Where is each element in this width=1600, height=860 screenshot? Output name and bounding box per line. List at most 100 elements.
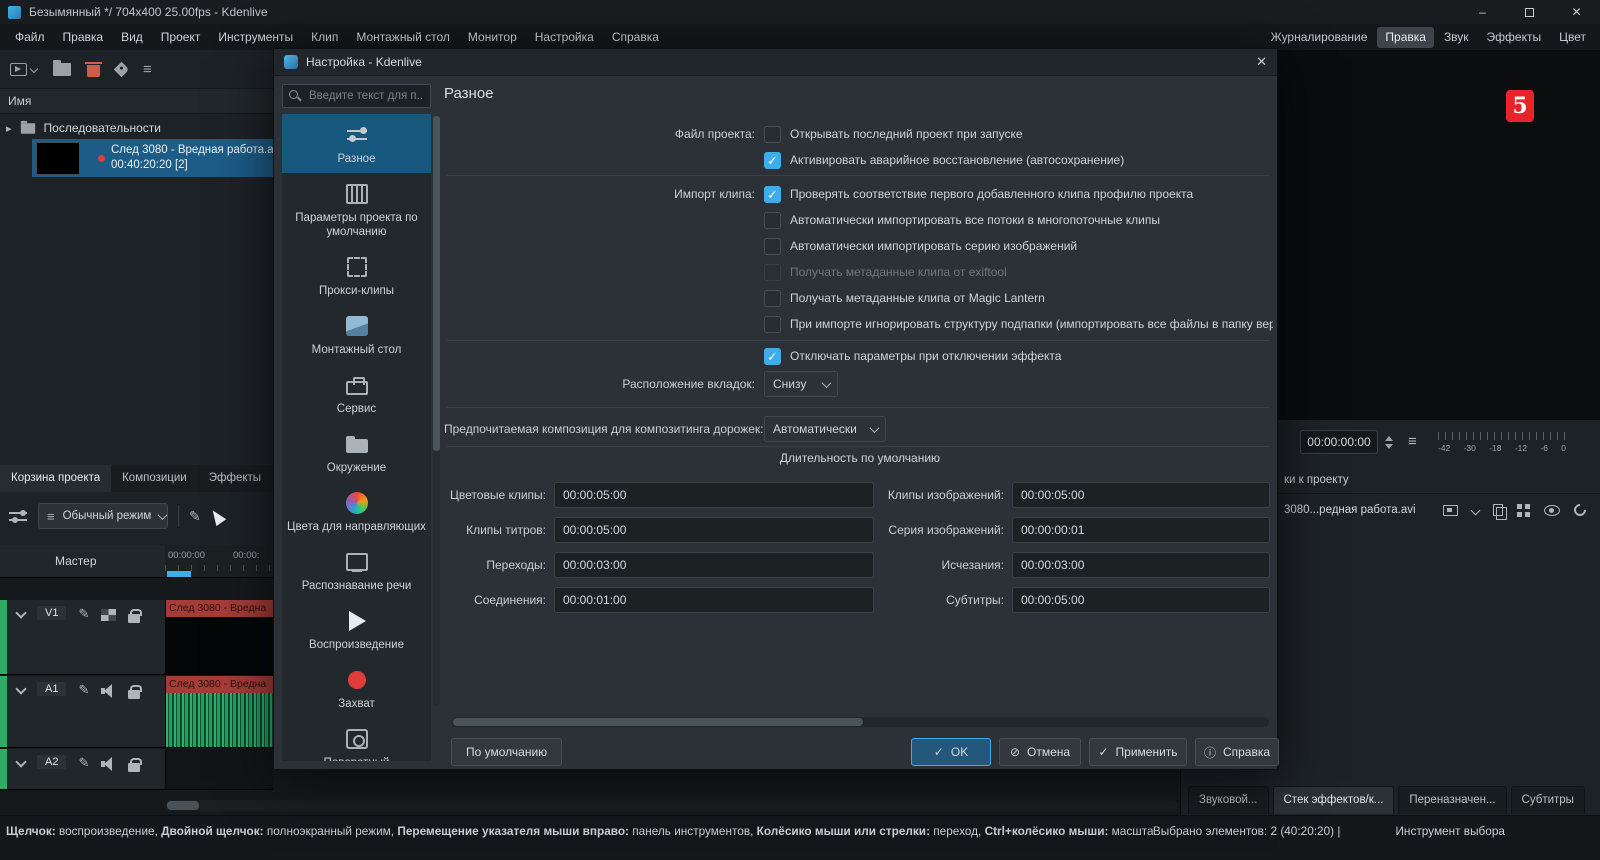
settings-category[interactable]: Окружение xyxy=(282,423,431,482)
menu-item[interactable]: Правка xyxy=(54,24,113,50)
panel-tab-partial[interactable]: ки к проекту xyxy=(1284,474,1349,486)
menu-item[interactable]: Справка xyxy=(603,24,668,50)
settings-option[interactable]: Автоматически импортировать все потоки в… xyxy=(764,207,1273,233)
menu-item[interactable]: Инструменты xyxy=(209,24,302,50)
checkbox[interactable] xyxy=(764,315,781,333)
selection-tool-icon[interactable] xyxy=(207,506,226,526)
menu-item[interactable]: Клип xyxy=(302,24,347,50)
grid-icon[interactable] xyxy=(1517,503,1522,509)
defaults-button[interactable]: По умолчанию xyxy=(451,738,563,766)
active-track-strip[interactable] xyxy=(0,600,7,674)
scrollbar-thumb[interactable] xyxy=(167,801,199,810)
monitor-menu-icon[interactable]: ≡ xyxy=(1408,433,1417,450)
bin-tab[interactable]: Эффекты xyxy=(198,465,272,492)
empty-track-area[interactable] xyxy=(166,749,273,789)
duration-input[interactable] xyxy=(1012,517,1270,543)
checkbox[interactable] xyxy=(764,125,781,143)
collapse-chevron-icon[interactable] xyxy=(15,607,27,619)
timeline-zone[interactable] xyxy=(167,571,191,577)
duration-input[interactable] xyxy=(554,587,874,613)
checkbox[interactable] xyxy=(764,237,781,255)
spin-up-icon[interactable] xyxy=(1385,435,1393,441)
chevron-down-icon[interactable] xyxy=(1470,505,1481,515)
duration-input[interactable] xyxy=(554,517,874,543)
menu-item[interactable]: Вид xyxy=(112,24,152,50)
create-folder-button[interactable] xyxy=(53,59,71,76)
sequences-folder-row[interactable]: ▸ Последовательности xyxy=(0,118,273,138)
timeline-hscrollbar[interactable] xyxy=(166,800,1178,811)
settings-category[interactable]: Сервис xyxy=(282,364,431,423)
maximize-icon[interactable] xyxy=(1506,0,1553,24)
tab-position-dropdown[interactable]: Снизу xyxy=(764,371,838,397)
scrollbar-thumb[interactable] xyxy=(453,718,863,726)
settings-category[interactable]: Прокси-клипы xyxy=(282,246,431,305)
layout-switch[interactable]: Звук xyxy=(1436,27,1477,48)
duration-input[interactable] xyxy=(1012,482,1270,508)
edit-tool-icon[interactable]: ✎ xyxy=(189,508,201,525)
duration-input[interactable] xyxy=(1012,587,1270,613)
thumbnails-icon[interactable] xyxy=(101,609,117,621)
menu-item[interactable]: Проект xyxy=(152,24,210,50)
bottom-panel-tab[interactable]: Переназначен... xyxy=(1398,786,1507,814)
settings-option[interactable]: Открывать последний проект при запуске xyxy=(764,121,1273,147)
timeline-clip-video[interactable]: След 3080 - Вредна xyxy=(166,600,273,674)
tag-button[interactable] xyxy=(113,61,130,77)
settings-category[interactable]: Параметры проекта по умолчанию xyxy=(282,173,431,246)
bottom-panel-tab[interactable]: Звуковой... xyxy=(1188,786,1269,814)
settings-category[interactable]: Монтажный стол xyxy=(282,305,431,364)
settings-option[interactable]: Проверять соответствие первого добавленн… xyxy=(764,181,1273,207)
settings-category[interactable]: Цвета для направляющих xyxy=(282,482,431,541)
eye-icon[interactable] xyxy=(1544,504,1560,516)
speaker-icon[interactable] xyxy=(101,757,116,771)
delete-button[interactable] xyxy=(85,61,102,77)
edit-mode-dropdown[interactable]: ≡ Обычный режим xyxy=(38,503,168,529)
insert-zone-icon[interactable] xyxy=(1443,504,1458,516)
bottom-panel-tab[interactable]: Субтитры xyxy=(1510,786,1585,814)
menu-item[interactable]: Монитор xyxy=(459,24,526,50)
settings-category[interactable]: Захват xyxy=(282,659,431,718)
settings-category[interactable]: Воспроизведение xyxy=(282,600,431,659)
lock-icon[interactable] xyxy=(128,609,143,623)
bin-column-header[interactable]: Имя xyxy=(0,88,273,114)
duration-input[interactable] xyxy=(1012,552,1270,578)
bottom-panel-tab[interactable]: Стек эффектов/к... xyxy=(1272,786,1395,814)
settings-option[interactable]: Получать метаданные клипа от exiftool xyxy=(764,259,1273,285)
settings-option[interactable]: Активировать аварийное восстановление (а… xyxy=(764,147,1273,173)
timeline-clip-audio[interactable]: След 3080 - Вредна xyxy=(166,676,273,747)
edit-icon[interactable]: ✎ xyxy=(78,682,89,698)
settings-option[interactable]: Автоматически импортировать серию изобра… xyxy=(764,233,1273,259)
add-clip-button[interactable] xyxy=(10,62,39,76)
duration-input[interactable] xyxy=(554,552,874,578)
dialog-titlebar[interactable]: Настройка - Kdenlive ✕ xyxy=(274,49,1277,76)
dialog-close-icon[interactable]: ✕ xyxy=(1256,54,1267,70)
settings-category[interactable]: Распознавание речи xyxy=(282,541,431,600)
settings-category[interactable]: Разное xyxy=(282,114,431,173)
menu-item[interactable]: Монтажный стол xyxy=(347,24,459,50)
help-button[interactable]: ⓘ Справка xyxy=(1195,738,1279,766)
refresh-icon[interactable] xyxy=(1571,501,1589,519)
settings-category[interactable]: Поворотный xyxy=(282,718,431,761)
ok-button[interactable]: ✓ OK xyxy=(911,738,991,766)
lock-icon[interactable] xyxy=(128,685,143,699)
settings-option[interactable]: При импорте игнорировать структуру подпа… xyxy=(764,311,1273,337)
edit-icon[interactable]: ✎ xyxy=(78,606,89,622)
settings-vscrollbar[interactable] xyxy=(433,116,440,706)
collapse-chevron-icon[interactable] xyxy=(15,756,27,768)
dialog-hscrollbar[interactable] xyxy=(451,717,1269,727)
timeline-master[interactable]: Мастер xyxy=(0,545,165,578)
layout-switch[interactable]: Журналирование xyxy=(1263,27,1376,48)
settings-option[interactable]: Отключать параметры при отключении эффек… xyxy=(764,343,1273,369)
timeline-settings-icon[interactable] xyxy=(8,508,28,524)
scrollbar-thumb[interactable] xyxy=(433,116,440,451)
settings-search-input[interactable] xyxy=(282,84,431,108)
layout-switch[interactable]: Цвет xyxy=(1551,27,1594,48)
expand-arrow-icon[interactable]: ▸ xyxy=(6,122,12,135)
duration-input[interactable] xyxy=(554,482,874,508)
bin-tab[interactable]: Композиции xyxy=(111,465,198,492)
bin-menu-icon[interactable]: ≡ xyxy=(143,61,152,78)
active-track-strip[interactable] xyxy=(0,749,7,789)
minimize-icon[interactable]: – xyxy=(1459,0,1506,24)
timeline-ruler[interactable]: 00:00:00 00:00: xyxy=(165,545,273,578)
checkbox[interactable] xyxy=(764,151,781,169)
bin-tab[interactable]: Корзина проекта xyxy=(0,465,112,492)
